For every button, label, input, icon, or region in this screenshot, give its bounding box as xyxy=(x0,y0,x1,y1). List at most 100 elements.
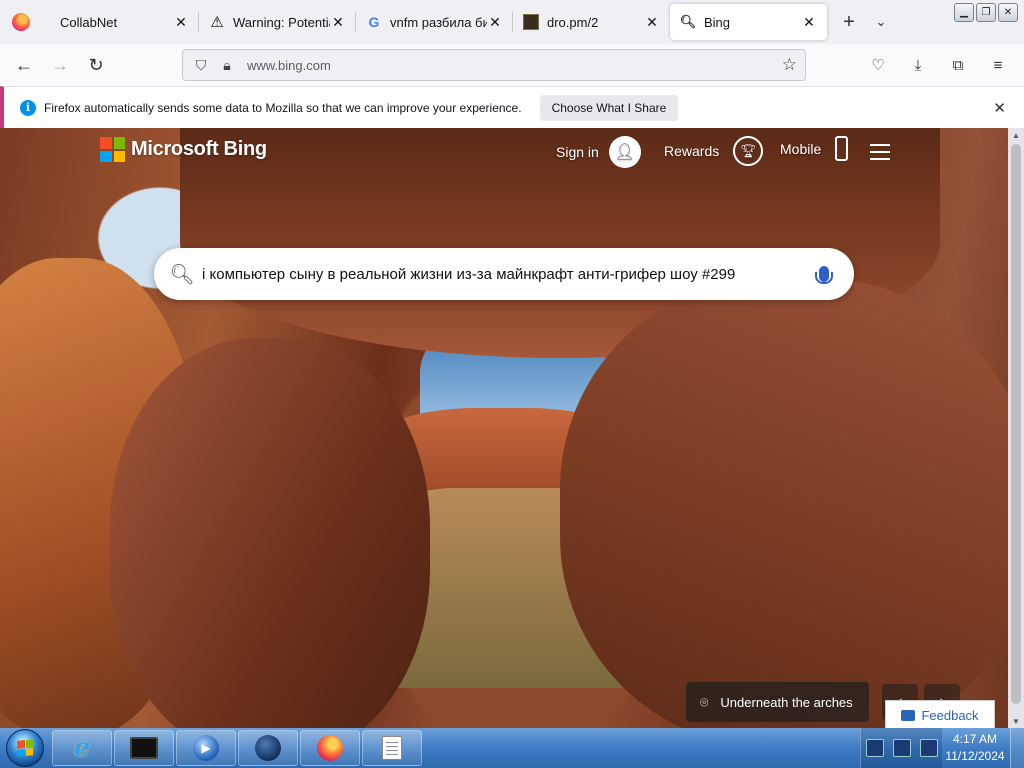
toolbar-actions: ♡ ⤓ ⧉ ≡ xyxy=(860,49,1016,81)
firefox-icon xyxy=(317,735,343,761)
microphone-icon[interactable] xyxy=(810,260,838,288)
windows-taskbar: e ▶ 4:17 AM 11/12/2024 xyxy=(0,728,1024,768)
clock-date: 11/12/2024 xyxy=(945,749,1005,763)
extensions-icon[interactable]: ⧉ xyxy=(940,49,976,81)
lock-icon[interactable]: 🔒︎ xyxy=(217,55,237,75)
taskbar-media-player[interactable]: ▶ xyxy=(176,730,236,766)
google-icon: G xyxy=(368,14,380,30)
sign-in-label: Sign in xyxy=(556,144,599,160)
bing-homepage: Microsoft Bing Sign in 👤︎ Rewards 🏆︎ Mob… xyxy=(0,128,1008,728)
taskbar-notepad[interactable] xyxy=(362,730,422,766)
tab-strip: CollabNet ✕ ⚠ Warning: Potential ✕ G vnf… xyxy=(0,0,1024,44)
shield-icon[interactable]: ⛉ xyxy=(191,55,211,75)
bing-brand-text: Microsoft Bing xyxy=(131,138,267,160)
tab-dro[interactable]: dro.pm/2 ✕ xyxy=(513,4,670,40)
search-input[interactable]: і компьютер сыну в реальной жизни из-за … xyxy=(202,266,800,283)
data-notification-bar: i Firefox automatically sends some data … xyxy=(0,86,1024,128)
search-query: і компьютер сыну в реальной жизни из-за … xyxy=(202,265,736,283)
system-tray xyxy=(860,728,942,768)
feedback-icon xyxy=(901,709,916,721)
location-pin-icon: ⌾ xyxy=(700,693,709,710)
tab-bing[interactable]: 🔍︎ Bing ✕ xyxy=(670,4,827,40)
reload-button[interactable]: ↻ xyxy=(78,49,114,81)
search-box[interactable]: 🔍︎ і компьютер сыну в реальной жизни из-… xyxy=(154,248,854,300)
bing-header: Microsoft Bing Sign in 👤︎ Rewards 🏆︎ Mob… xyxy=(0,128,1008,178)
bing-logo[interactable]: Microsoft Bing xyxy=(100,137,267,162)
rewards-label: Rewards xyxy=(664,143,720,159)
location-text: Underneath the arches xyxy=(720,694,853,710)
feedback-button[interactable]: Feedback xyxy=(885,700,995,728)
notification-text: Firefox automatically sends some data to… xyxy=(44,100,522,115)
user-icon: 👤︎ xyxy=(608,136,641,168)
window-controls: ▁ ❐ ✕ xyxy=(954,3,1018,22)
search-icon[interactable]: 🔍︎ xyxy=(169,262,194,286)
taskbar-internet-explorer[interactable]: e xyxy=(52,730,112,766)
tab-title: dro.pm/2 xyxy=(547,14,599,30)
security-shield-icon[interactable] xyxy=(865,739,884,757)
firefox-icon xyxy=(12,13,30,31)
clock-time: 4:17 AM xyxy=(952,732,998,746)
page-scrollbar[interactable]: ▲ ▼ xyxy=(1008,128,1024,728)
rewards-button[interactable]: Rewards 🏆︎ xyxy=(664,136,764,166)
monitor-icon xyxy=(130,737,158,759)
bookmark-star-icon[interactable]: ☆ xyxy=(782,55,797,75)
new-tab-button[interactable]: + xyxy=(833,0,865,44)
internet-explorer-icon: e xyxy=(73,733,91,763)
taskbar-command-prompt[interactable] xyxy=(114,730,174,766)
tab-google[interactable]: G vnfm разбила би ✕ xyxy=(356,4,513,40)
scroll-down-arrow-icon[interactable]: ▼ xyxy=(1008,714,1024,728)
mobile-label: Mobile xyxy=(780,140,822,157)
windows-logo-icon xyxy=(6,729,44,767)
taskbar-network[interactable] xyxy=(238,730,298,766)
warning-icon: ⚠ xyxy=(210,14,224,31)
search-icon: 🔍︎ xyxy=(679,14,697,29)
dro-icon xyxy=(523,14,539,30)
close-icon[interactable]: ✕ xyxy=(487,14,503,30)
trophy-icon: 🏆︎ xyxy=(733,136,764,166)
close-icon[interactable]: ✕ xyxy=(993,99,1006,117)
close-icon[interactable]: ✕ xyxy=(644,14,660,30)
microsoft-logo-icon xyxy=(100,137,125,162)
scrollbar-thumb[interactable] xyxy=(1011,144,1021,704)
tab-title: vnfm разбила би xyxy=(390,14,487,30)
feedback-label: Feedback xyxy=(921,707,979,723)
system-clock[interactable]: 4:17 AM 11/12/2024 xyxy=(942,728,1008,768)
back-button[interactable]: ← xyxy=(6,49,42,81)
volume-icon[interactable] xyxy=(919,739,938,757)
firefox-view-button[interactable] xyxy=(0,0,42,44)
tab-title: Warning: Potential xyxy=(233,14,330,30)
download-icon[interactable]: ⤓ xyxy=(900,49,936,81)
taskbar-firefox[interactable] xyxy=(300,730,360,766)
pocket-icon[interactable]: ♡ xyxy=(860,49,896,81)
tab-collabnet[interactable]: CollabNet ✕ xyxy=(42,4,199,40)
close-icon[interactable]: ✕ xyxy=(801,14,817,30)
tab-title: CollabNet xyxy=(60,14,118,30)
menu-icon[interactable]: ≡ xyxy=(980,49,1016,81)
url-bar[interactable]: ⛉ 🔒︎ www.bing.com ☆ xyxy=(182,49,806,81)
scroll-up-arrow-icon[interactable]: ▲ xyxy=(1008,128,1024,142)
forward-button[interactable]: → xyxy=(42,49,78,81)
tab-warning[interactable]: ⚠ Warning: Potential ✕ xyxy=(199,4,356,40)
media-player-icon: ▶ xyxy=(193,735,219,761)
phone-icon xyxy=(835,136,849,161)
notepad-icon xyxy=(382,736,402,760)
url-text[interactable]: www.bing.com xyxy=(247,58,782,73)
info-icon: i xyxy=(20,99,36,116)
tab-title: Bing xyxy=(704,14,731,30)
image-location-caption[interactable]: ⌾ Underneath the arches xyxy=(686,682,869,722)
sign-in-button[interactable]: Sign in 👤︎ xyxy=(556,136,641,168)
close-icon[interactable]: ✕ xyxy=(330,14,346,30)
close-window-button[interactable]: ✕ xyxy=(998,3,1018,22)
navigation-bar: ← → ↻ ⛉ 🔒︎ www.bing.com ☆ ♡ ⤓ ⧉ ≡ xyxy=(0,44,1024,86)
list-tabs-button[interactable]: ⌄ xyxy=(865,0,897,44)
hamburger-menu-icon[interactable] xyxy=(870,144,890,160)
close-icon[interactable]: ✕ xyxy=(173,14,189,30)
network-globe-icon xyxy=(255,735,281,761)
mobile-button[interactable]: Mobile xyxy=(780,136,849,161)
show-desktop-button[interactable] xyxy=(1010,728,1024,768)
start-button[interactable] xyxy=(0,728,50,768)
choose-what-i-share-button[interactable]: Choose What I Share xyxy=(539,94,679,121)
restore-button[interactable]: ❐ xyxy=(976,3,996,22)
minimize-button[interactable]: ▁ xyxy=(954,3,974,22)
network-monitor-icon[interactable] xyxy=(892,739,911,757)
